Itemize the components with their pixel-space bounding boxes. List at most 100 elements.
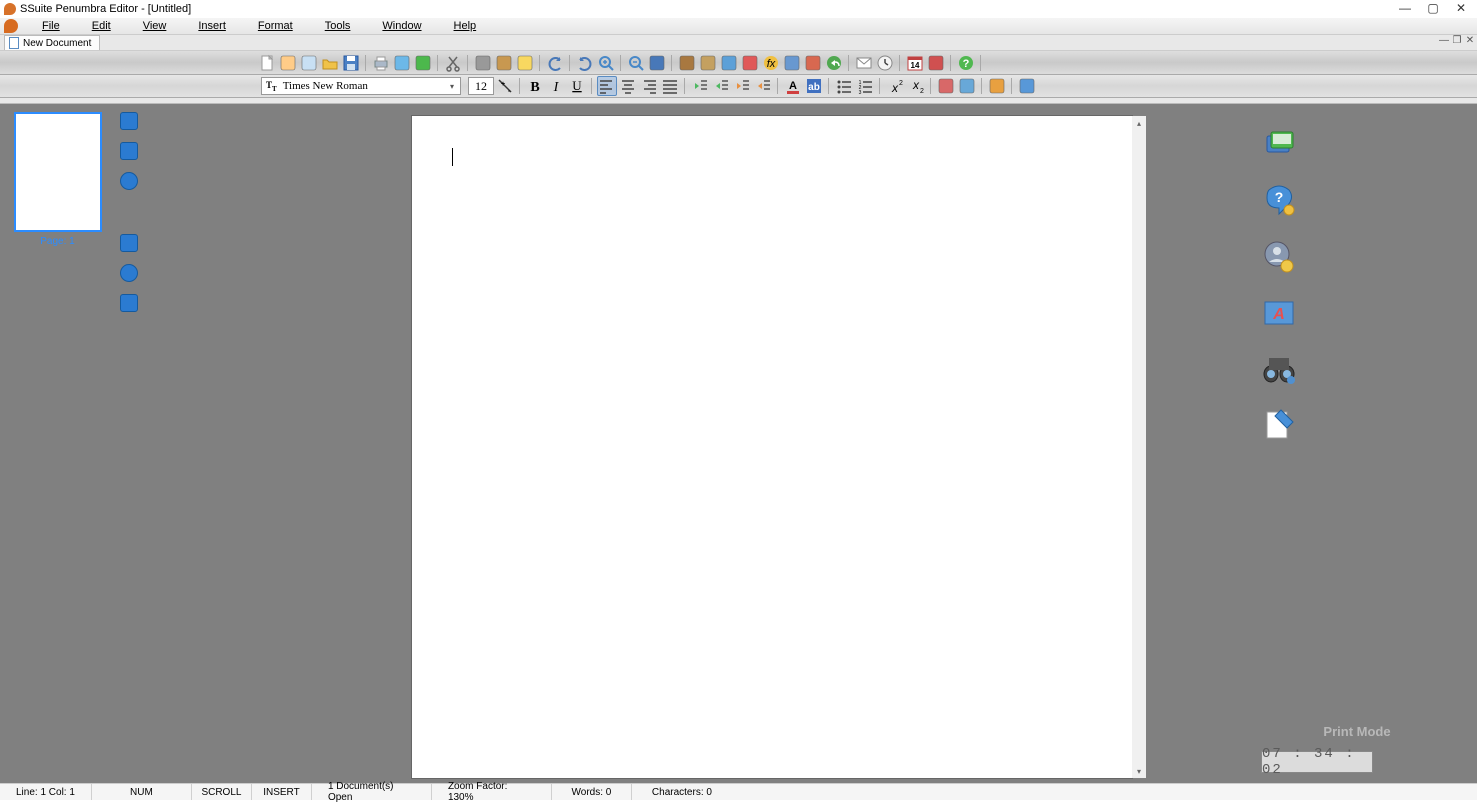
bold-button[interactable]: B bbox=[525, 76, 545, 96]
font-size-input[interactable]: 12 bbox=[468, 77, 494, 95]
indent-right-button[interactable] bbox=[711, 76, 731, 96]
cut-button[interactable] bbox=[443, 53, 463, 73]
align-center-button[interactable] bbox=[618, 76, 638, 96]
spellcheck-button[interactable] bbox=[413, 53, 433, 73]
present-button[interactable] bbox=[926, 53, 946, 73]
paste-button[interactable] bbox=[494, 53, 514, 73]
history-icon[interactable] bbox=[120, 172, 138, 190]
note-icon[interactable] bbox=[120, 112, 138, 130]
picture-button[interactable] bbox=[740, 53, 760, 73]
menu-file[interactable]: File bbox=[26, 20, 76, 32]
options-button[interactable] bbox=[677, 53, 697, 73]
align-right-button[interactable] bbox=[639, 76, 659, 96]
menu-help[interactable]: Help bbox=[438, 20, 493, 32]
menu-insert[interactable]: Insert bbox=[182, 20, 242, 32]
page-thumbnail[interactable] bbox=[14, 112, 102, 232]
clipboard-button[interactable] bbox=[698, 53, 718, 73]
menu-tools[interactable]: Tools bbox=[309, 20, 367, 32]
svg-text:+: + bbox=[501, 81, 505, 88]
svg-text:B: B bbox=[530, 80, 539, 95]
svg-text:A: A bbox=[1272, 306, 1285, 323]
mdi-minimize[interactable]: — bbox=[1439, 35, 1449, 46]
formula-button[interactable]: fx bbox=[761, 53, 781, 73]
highlighter-button[interactable] bbox=[515, 53, 535, 73]
font-color-button[interactable]: A bbox=[783, 76, 803, 96]
calendar-button[interactable]: 14 bbox=[905, 53, 925, 73]
save-button[interactable] bbox=[341, 53, 361, 73]
edit-doc-button[interactable] bbox=[278, 53, 298, 73]
globe-icon[interactable] bbox=[120, 264, 138, 282]
menu-window[interactable]: Window bbox=[366, 20, 437, 32]
zoom-out-button[interactable] bbox=[626, 53, 646, 73]
reply-button[interactable] bbox=[824, 53, 844, 73]
time-button[interactable] bbox=[875, 53, 895, 73]
scroll-up-icon[interactable]: ▴ bbox=[1132, 116, 1146, 130]
align-left-button[interactable] bbox=[597, 76, 617, 96]
film-icon[interactable] bbox=[120, 294, 138, 312]
side-toolbar bbox=[115, 104, 143, 783]
indent-left-button[interactable] bbox=[690, 76, 710, 96]
open-button[interactable] bbox=[320, 53, 340, 73]
print-preview-button[interactable] bbox=[392, 53, 412, 73]
justify-button[interactable] bbox=[660, 76, 680, 96]
menu-view[interactable]: View bbox=[127, 20, 183, 32]
copy-button[interactable] bbox=[473, 53, 493, 73]
svg-text:?: ? bbox=[1275, 189, 1284, 205]
number-list-button[interactable]: 123 bbox=[855, 76, 875, 96]
toolbar-format: TT Times New Roman ▾ 12 +- BIU Aab 123 x2x2 bbox=[0, 75, 1477, 98]
superscript-button[interactable]: x2 bbox=[885, 76, 905, 96]
doc-tab-new-document[interactable]: New Document bbox=[4, 35, 100, 50]
redo-button[interactable] bbox=[575, 53, 595, 73]
mail-button[interactable] bbox=[854, 53, 874, 73]
zoom-in-button[interactable] bbox=[596, 53, 616, 73]
help-bubble-icon[interactable]: ? bbox=[1261, 184, 1297, 220]
chat-icon[interactable] bbox=[120, 142, 138, 160]
properties-button[interactable] bbox=[936, 76, 956, 96]
mdi-close[interactable]: ✕ bbox=[1465, 35, 1475, 46]
shapes-button[interactable] bbox=[803, 53, 823, 73]
vertical-scrollbar[interactable]: ▴ ▾ bbox=[1132, 116, 1146, 778]
indent-block-button[interactable] bbox=[753, 76, 773, 96]
close-button[interactable]: ✕ bbox=[1447, 0, 1475, 16]
font-family-combo[interactable]: TT Times New Roman ▾ bbox=[261, 77, 461, 95]
titlebar: SSuite Penumbra Editor - [Untitled] — ▢ … bbox=[0, 0, 1477, 18]
print-icon[interactable] bbox=[120, 234, 138, 252]
database-button[interactable] bbox=[647, 53, 667, 73]
document-page[interactable] bbox=[412, 116, 1132, 778]
subscript-button[interactable]: x2 bbox=[906, 76, 926, 96]
font-size-inc-button[interactable]: +- bbox=[495, 76, 515, 96]
minimize-button[interactable]: — bbox=[1391, 0, 1419, 16]
menu-edit[interactable]: Edit bbox=[76, 20, 127, 32]
monitor-stack-icon[interactable] bbox=[1261, 128, 1297, 164]
window-title: SSuite Penumbra Editor - [Untitled] bbox=[20, 3, 191, 15]
menu-format[interactable]: Format bbox=[242, 20, 309, 32]
mdi-restore[interactable]: ❐ bbox=[1452, 35, 1462, 46]
new-button[interactable] bbox=[257, 53, 277, 73]
maximize-button[interactable]: ▢ bbox=[1419, 0, 1447, 16]
svg-text:3: 3 bbox=[859, 90, 862, 95]
italic-button[interactable]: I bbox=[546, 76, 566, 96]
bullet-list-button[interactable] bbox=[834, 76, 854, 96]
text-props-button[interactable] bbox=[957, 76, 977, 96]
bookmark-icon[interactable] bbox=[1261, 408, 1297, 444]
wordart-icon[interactable]: A bbox=[1261, 296, 1297, 332]
scroll-down-icon[interactable]: ▾ bbox=[1132, 764, 1146, 778]
table-button[interactable] bbox=[719, 53, 739, 73]
print-button[interactable] bbox=[371, 53, 391, 73]
window-button[interactable] bbox=[782, 53, 802, 73]
home-button[interactable] bbox=[987, 76, 1007, 96]
text-caret bbox=[452, 148, 453, 166]
binoculars-icon[interactable] bbox=[1261, 352, 1297, 388]
status-words: Words: 0 bbox=[552, 784, 632, 800]
font-family-value: Times New Roman bbox=[283, 80, 368, 92]
svg-text:14: 14 bbox=[911, 61, 920, 70]
fullscreen-button[interactable] bbox=[1017, 76, 1037, 96]
profile-badge-icon[interactable] bbox=[1261, 240, 1297, 276]
copy-doc-button[interactable] bbox=[299, 53, 319, 73]
help-button[interactable]: ? bbox=[956, 53, 976, 73]
underline-button[interactable]: U bbox=[567, 76, 587, 96]
outdent-block-button[interactable] bbox=[732, 76, 752, 96]
bg-color-button[interactable]: ab bbox=[804, 76, 824, 96]
undo-button[interactable] bbox=[545, 53, 565, 73]
svg-text:fx: fx bbox=[767, 58, 776, 70]
